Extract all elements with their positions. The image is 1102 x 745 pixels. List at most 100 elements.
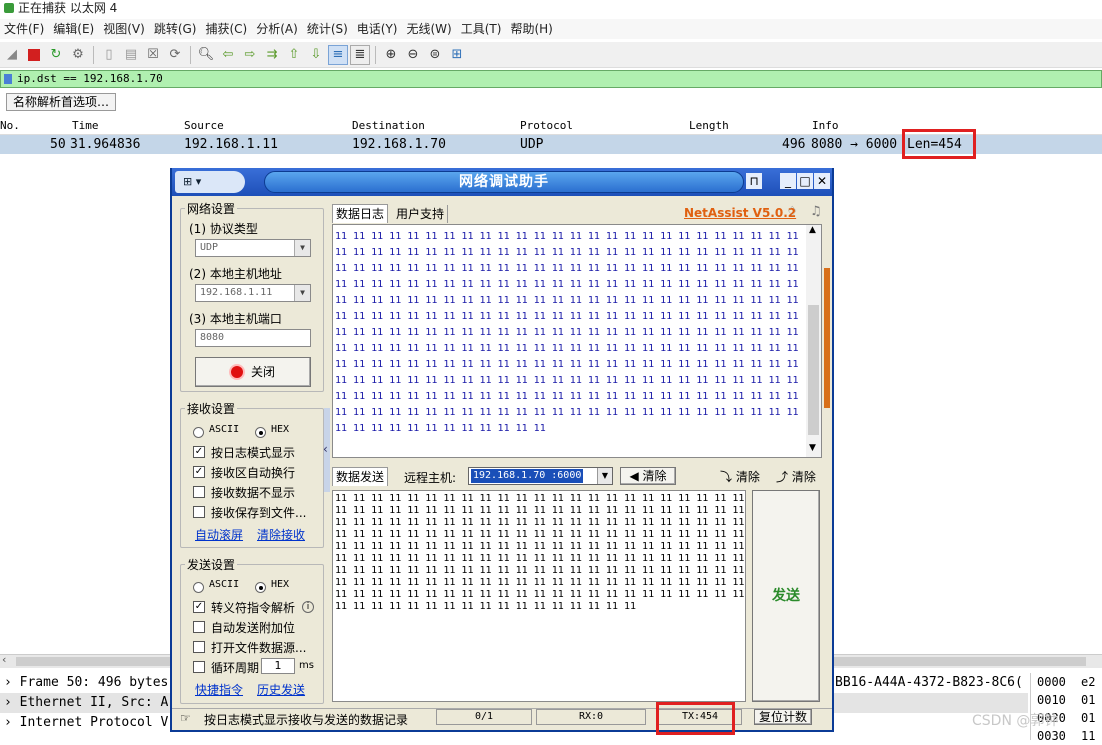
netassist-title-bar[interactable]: ⊞ ▾ 网络调试助手 ⊓ _ □ ✕ [172, 168, 832, 196]
send-history-link[interactable]: 历史发送 [257, 681, 305, 698]
menu-help[interactable]: 帮助(H) [508, 19, 559, 39]
close-file-icon[interactable]: ☒ [143, 45, 163, 65]
receive-data-line: 11 11 11 11 11 11 11 11 11 11 11 11 11 1… [335, 407, 799, 418]
menu-go[interactable]: 跳转(G) [152, 19, 204, 39]
zoom-in-icon[interactable]: ⊕ [381, 45, 401, 65]
go-to-packet-icon[interactable]: ⇉ [262, 45, 282, 65]
capture-options-icon[interactable]: ⚙ [68, 45, 88, 65]
receive-data-area[interactable]: 11 11 11 11 11 11 11 11 11 11 11 11 11 1… [332, 224, 822, 458]
info-icon[interactable]: i [302, 601, 314, 613]
chevron-down-icon[interactable]: ▼ [294, 240, 310, 256]
clear-all-button[interactable]: ⤴ 清除 [776, 468, 816, 485]
remote-host-select[interactable]: 192.168.1.70 :6000 ▼ [468, 467, 613, 485]
recv-option-checkbox[interactable] [193, 506, 205, 518]
menu-statistics[interactable]: 统计(S) [305, 19, 355, 39]
send-data-area[interactable]: 11 11 11 11 11 11 11 11 11 11 11 11 11 1… [332, 490, 746, 702]
recv-hex-radio[interactable] [255, 427, 266, 438]
scroll-left-icon[interactable]: ‹ [2, 653, 6, 666]
menu-telephony[interactable]: 电话(Y) [355, 19, 405, 39]
recv-option-checkbox[interactable]: ✓ [193, 466, 205, 478]
scroll-up-icon[interactable]: ▲ [809, 225, 816, 235]
bell-icon[interactable]: ♫ [810, 204, 822, 219]
send-option-checkbox[interactable]: ✓ [193, 601, 205, 613]
menu-view[interactable]: 视图(V) [101, 19, 152, 39]
expand-icon[interactable]: › [4, 695, 12, 710]
scroll-down-icon[interactable]: ▼ [809, 443, 816, 453]
system-menu-icon[interactable]: ⊞ ▾ [175, 171, 245, 193]
main-toolbar: ◢ ↻ ⚙ ▯ ▤ ☒ ⟳ 🔍︎ ⇦ ⇨ ⇉ ⇧ ⇩ ≡ ≣ ⊕ ⊖ ⊜ ⊞ [0, 42, 1102, 68]
send-option-checkbox[interactable] [193, 621, 205, 633]
normal-size-icon[interactable]: ⊜ [425, 45, 445, 65]
recv-ascii-radio[interactable] [193, 427, 204, 438]
send-hex-radio[interactable] [255, 582, 266, 593]
collapse-arrow-icon[interactable]: ‹ [323, 442, 328, 456]
quick-commands-link[interactable]: 快捷指令 [195, 681, 243, 698]
chevron-down-icon[interactable]: ▼ [597, 468, 612, 484]
send-ascii-radio[interactable] [193, 582, 204, 593]
menu-wireless[interactable]: 无线(W) [405, 19, 459, 39]
menu-tools[interactable]: 工具(T) [459, 19, 509, 39]
column-source[interactable]: Source [184, 117, 224, 134]
clear-remote-button[interactable]: ◀ 清除 [620, 467, 676, 485]
pin-icon[interactable]: ⊓ [746, 173, 762, 189]
expand-icon[interactable]: › [4, 715, 12, 730]
colorize-icon[interactable]: ≣ [350, 44, 370, 65]
auto-scroll-link[interactable]: 自动滚屏 [195, 526, 243, 543]
menu-capture[interactable]: 捕获(C) [203, 19, 254, 39]
period-input[interactable]: 1 [261, 658, 295, 674]
find-packet-icon[interactable]: 🔍︎ [196, 45, 216, 65]
receive-scrollbar[interactable]: ▲ ▼ [806, 225, 821, 457]
save-file-icon[interactable]: ▤ [121, 45, 141, 65]
reset-count-button[interactable]: 复位计数 [754, 709, 812, 725]
brand-link[interactable]: NetAssist V5.0.2 [684, 206, 796, 220]
scrollbar-thumb[interactable] [808, 305, 819, 435]
diamond-icon[interactable]: ♢ [786, 204, 799, 220]
autoscroll-icon[interactable]: ≡ [328, 44, 348, 65]
protocol-select[interactable]: UDP ▼ [195, 239, 311, 257]
column-length[interactable]: Length [689, 117, 729, 134]
menu-analyze[interactable]: 分析(A) [254, 19, 305, 39]
host-select[interactable]: 192.168.1.11 ▼ [195, 284, 311, 302]
restart-capture-icon[interactable]: ↻ [46, 45, 66, 65]
recv-option-checkbox[interactable]: ✓ [193, 446, 205, 458]
column-info[interactable]: Info [812, 117, 839, 134]
chevron-down-icon[interactable]: ▼ [294, 285, 310, 301]
menu-file[interactable]: 文件(F) [2, 19, 51, 39]
column-no[interactable]: No. [0, 117, 20, 134]
shark-fin-icon[interactable]: ◢ [2, 45, 22, 65]
port-input[interactable]: 8080 [195, 329, 311, 347]
go-forward-icon[interactable]: ⇨ [240, 45, 260, 65]
window-title-bar: 正在捕获 以太网 4 [0, 0, 1102, 18]
clear-receive-link[interactable]: 清除接收 [257, 526, 305, 543]
go-back-icon[interactable]: ⇦ [218, 45, 238, 65]
protocol-label: (1) 协议类型 [189, 222, 258, 236]
panel-splitter[interactable]: ‹ [323, 408, 330, 492]
tab-data-log[interactable]: 数据日志 [332, 204, 389, 223]
display-filter-input[interactable]: ip.dst == 192.168.1.70 [0, 70, 1102, 88]
tab-user-support[interactable]: 用户支持 [393, 205, 449, 223]
send-option-checkbox[interactable] [193, 641, 205, 653]
column-destination[interactable]: Destination [352, 117, 425, 134]
open-file-icon[interactable]: ▯ [99, 45, 119, 65]
first-packet-icon[interactable]: ⇧ [284, 45, 304, 65]
name-resolution-button[interactable]: 名称解析首选项… [6, 93, 117, 111]
menu-edit[interactable]: 编辑(E) [51, 19, 101, 39]
reload-file-icon[interactable]: ⟳ [165, 45, 185, 65]
send-button[interactable]: 发送 [752, 490, 820, 702]
stop-capture-icon[interactable] [24, 45, 44, 65]
recv-option-checkbox[interactable] [193, 486, 205, 498]
last-packet-icon[interactable]: ⇩ [306, 45, 326, 65]
expand-icon[interactable]: › [4, 675, 12, 690]
zoom-out-icon[interactable]: ⊖ [403, 45, 423, 65]
close-icon[interactable]: ✕ [814, 173, 830, 189]
bookmark-icon[interactable] [4, 74, 12, 84]
send-option-checkbox[interactable] [193, 661, 205, 673]
tab-data-send[interactable]: 数据发送 [332, 467, 389, 486]
column-time[interactable]: Time [72, 117, 99, 134]
minimize-icon[interactable]: _ [780, 173, 796, 189]
resize-columns-icon[interactable]: ⊞ [447, 45, 467, 65]
close-connection-button[interactable]: 关闭 [195, 357, 311, 387]
column-protocol[interactable]: Protocol [520, 117, 573, 134]
maximize-icon[interactable]: □ [797, 173, 813, 189]
clear-send-button[interactable]: ⤵ 清除 [720, 468, 760, 485]
